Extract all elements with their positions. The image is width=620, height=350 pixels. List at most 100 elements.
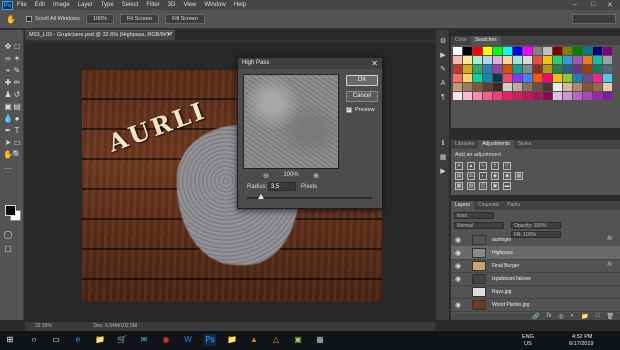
color-swatch[interactable]	[493, 47, 502, 55]
close-icon[interactable]: ✕	[607, 1, 613, 9]
color-swatch[interactable]	[493, 83, 502, 91]
radius-slider-thumb[interactable]	[257, 194, 264, 199]
minimize-icon[interactable]: –	[573, 1, 577, 8]
edge-browser-icon[interactable]: e	[72, 334, 84, 346]
color-balance-icon[interactable]: ⚖	[467, 172, 475, 180]
curves-icon[interactable]: ∿	[479, 162, 487, 170]
delete-layer-icon[interactable]: 🗑	[606, 313, 614, 320]
zoom-tool-icon[interactable]: 🔍	[12, 150, 22, 160]
color-swatch[interactable]	[523, 74, 532, 82]
workspace-selector[interactable]	[572, 14, 616, 24]
mail-icon[interactable]: ✉	[138, 334, 150, 346]
maximize-icon[interactable]: □	[591, 1, 595, 8]
color-swatch[interactable]	[533, 47, 542, 55]
color-swatch[interactable]	[523, 92, 532, 100]
quick-mask-icon[interactable]: ◯	[3, 230, 13, 240]
color-swatch[interactable]	[583, 92, 592, 100]
color-swatch[interactable]	[583, 83, 592, 91]
color-swatch[interactable]	[553, 74, 562, 82]
tab-libraries[interactable]: Libraries	[451, 140, 478, 149]
black-white-icon[interactable]: ◐	[479, 172, 487, 180]
word-icon[interactable]: W	[182, 334, 194, 346]
color-swatch[interactable]	[603, 74, 612, 82]
layer-row[interactable]: ◉ Izpabtosni fakove	[451, 272, 620, 286]
ok-button[interactable]: OK	[346, 75, 378, 86]
selective-color-icon[interactable]: ▣	[491, 182, 499, 190]
document-tab[interactable]: M03_L03 - Grupiciane.psd @ 32.6% (Highpa…	[25, 30, 175, 40]
photo-filter-icon[interactable]: ◉	[491, 172, 499, 180]
color-swatch[interactable]	[603, 47, 612, 55]
menu-filter[interactable]: Filter	[146, 2, 159, 8]
color-swatch[interactable]	[543, 74, 552, 82]
preview-checkbox[interactable]: ✓	[346, 107, 352, 113]
opacity-field[interactable]: Opacity: 100%	[511, 222, 561, 229]
color-swatch[interactable]	[453, 92, 462, 100]
color-swatch[interactable]	[563, 56, 572, 64]
layer-row[interactable]: ◉ Highpass	[451, 246, 620, 260]
more-tools-icon[interactable]: …	[3, 162, 13, 172]
menu-edit[interactable]: Edit	[35, 2, 45, 8]
visibility-eye-icon[interactable]: ◉	[455, 249, 461, 257]
clock-time[interactable]: 4:52 PM	[572, 334, 592, 340]
history-panel-icon[interactable]: ⚙	[439, 38, 447, 46]
gradient-map-icon[interactable]: ▬	[503, 182, 511, 190]
quick-select-tool-icon[interactable]: ✶	[12, 54, 22, 64]
hue-saturation-icon[interactable]: ▤	[455, 172, 463, 180]
color-swatch[interactable]	[473, 47, 482, 55]
navigator-panel-icon[interactable]: ▦	[439, 154, 447, 162]
color-swatch[interactable]	[573, 56, 582, 64]
color-swatch[interactable]	[513, 65, 522, 73]
color-swatch[interactable]	[543, 92, 552, 100]
properties-panel-icon[interactable]: ▶	[439, 52, 447, 60]
color-swatch[interactable]	[453, 56, 462, 64]
color-swatch[interactable]	[543, 47, 552, 55]
cancel-button[interactable]: Cancel	[346, 91, 378, 102]
color-swatch[interactable]	[453, 47, 462, 55]
close-tab-icon[interactable]: ✕	[167, 31, 172, 40]
color-swatch[interactable]	[493, 56, 502, 64]
shape-tool-icon[interactable]: ▭	[12, 138, 22, 148]
color-swatch[interactable]	[503, 92, 512, 100]
layer-row[interactable]: ◉ Wood Planks.jpg	[451, 298, 620, 312]
color-swatch[interactable]	[543, 83, 552, 91]
menu-3d[interactable]: 3D	[168, 2, 176, 8]
color-swatch[interactable]	[473, 83, 482, 91]
radius-slider-track[interactable]	[247, 197, 372, 199]
character-panel-icon[interactable]: A	[439, 80, 447, 88]
menu-type[interactable]: Type	[101, 2, 114, 8]
menu-window[interactable]: Window	[204, 2, 225, 8]
color-swatch[interactable]	[493, 74, 502, 82]
tab-styles[interactable]: Styles	[514, 140, 536, 149]
color-swatch[interactable]	[503, 47, 512, 55]
blend-mode-select[interactable]: Normal	[454, 222, 504, 229]
zoom-in-icon[interactable]: ⊕	[313, 172, 319, 180]
color-swatch[interactable]	[513, 83, 522, 91]
color-swatch[interactable]	[513, 56, 522, 64]
new-layer-icon[interactable]: □	[596, 313, 600, 320]
tab-paths[interactable]: Paths	[503, 201, 524, 210]
language-indicator[interactable]: ENG	[522, 334, 534, 340]
brush-panel-icon[interactable]: ✎	[439, 66, 447, 74]
visibility-eye-icon[interactable]: ◉	[455, 262, 461, 270]
exposure-icon[interactable]: ±	[491, 162, 499, 170]
layer-fx-icon[interactable]: fx	[607, 262, 612, 268]
color-swatch[interactable]	[593, 83, 602, 91]
zoom-out-icon[interactable]: ⊖	[263, 172, 269, 180]
layer-row[interactable]: ◉ aurlinger fx	[451, 233, 620, 247]
color-lookup-icon[interactable]: ▦	[515, 172, 523, 180]
color-swatch[interactable]	[523, 47, 532, 55]
color-swatch[interactable]	[503, 83, 512, 91]
color-swatch[interactable]	[583, 74, 592, 82]
color-swatch[interactable]	[583, 65, 592, 73]
fx-icon[interactable]: fx	[547, 313, 552, 320]
color-swatch[interactable]	[533, 92, 542, 100]
mask-icon[interactable]: ◎	[558, 313, 563, 320]
color-swatch[interactable]	[463, 92, 472, 100]
color-swatch[interactable]	[453, 65, 462, 73]
color-swatch[interactable]	[463, 74, 472, 82]
fill-screen-button[interactable]: Fill Screen	[165, 14, 206, 24]
fit-screen-button[interactable]: Fit Screen	[119, 14, 160, 24]
gradient-tool-icon[interactable]: ▤	[12, 102, 22, 112]
tab-swatches[interactable]: Swatches	[470, 36, 501, 45]
foreground-color-swatch[interactable]	[5, 205, 16, 216]
